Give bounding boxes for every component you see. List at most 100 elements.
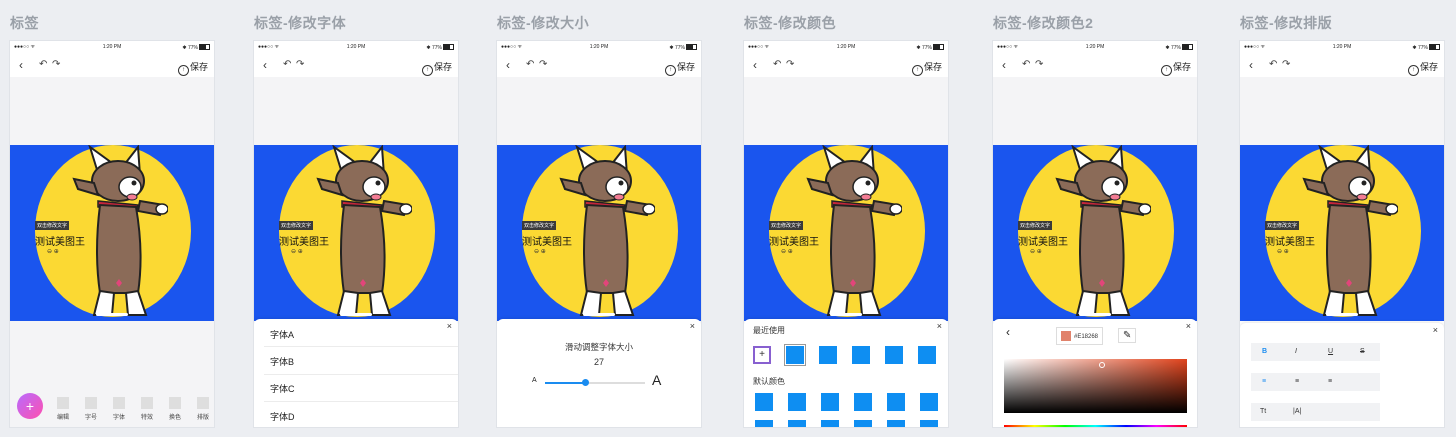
font-option[interactable]: 字体A [270,328,294,341]
add-color-button[interactable]: + [753,346,771,364]
strikethrough-button[interactable]: S [1360,348,1365,355]
sticker-text[interactable]: 测试美图王 [279,233,329,248]
battery-indicator: ✱ 77% [916,44,944,51]
sticker-controls[interactable]: ⊖ ⊕ [1277,248,1289,255]
sticker-controls[interactable]: ⊖ ⊕ [1030,248,1042,255]
sticker-text[interactable]: 测试美图王 [1018,233,1068,248]
sticker-controls[interactable]: ⊖ ⊕ [781,248,793,255]
color-swatch[interactable] [920,393,938,411]
undo-icon[interactable]: ↶ [773,59,781,70]
back-icon[interactable]: ‹ [1002,58,1006,72]
close-icon[interactable]: × [447,321,452,331]
sticker-controls[interactable]: ⊖ ⊕ [534,248,546,255]
color-swatch[interactable] [854,420,872,427]
divider [264,401,458,402]
font-option[interactable]: 字体C [270,382,295,395]
image-canvas[interactable]: 双击修改文字 测试美图王 ⊖ ⊕ [744,145,948,321]
tool-font[interactable]: 字体 [111,397,127,421]
back-icon[interactable]: ‹ [1249,58,1253,72]
align-center-button[interactable]: ≡ [1295,378,1299,385]
add-button[interactable]: + [17,393,43,419]
color-swatch[interactable] [821,420,839,427]
image-canvas[interactable]: 双击修改文字 测试美图王 ⊖ ⊕ [497,145,701,321]
hex-value-field[interactable]: #E18268 [1056,327,1104,345]
bold-button[interactable]: B [1262,348,1267,355]
color-swatch[interactable] [788,393,806,411]
image-canvas[interactable]: 双击修改文字 测试美图王 ⊖ ⊕ [10,145,214,321]
sticker-controls[interactable]: ⊖ ⊕ [291,248,303,255]
undo-icon[interactable]: ↶ [1269,59,1277,70]
sticker-hint-tag: 双击修改文字 [769,221,804,230]
battery-icon [443,44,454,50]
picker-handle[interactable] [1099,362,1105,368]
image-canvas[interactable]: 双击修改文字 测试美图王 ⊖ ⊕ [993,145,1197,321]
color-swatch[interactable] [819,346,837,364]
sticker-controls[interactable]: ⊖ ⊕ [47,248,59,255]
redo-icon[interactable]: ↷ [786,59,794,70]
color-swatch[interactable] [854,393,872,411]
save-button[interactable]: ↑ 保存 [177,60,208,76]
font-option[interactable]: 字体B [270,355,294,368]
size-slider-thumb[interactable] [582,379,589,386]
save-button[interactable]: ↑ 保存 [911,60,942,76]
color-swatch[interactable] [852,346,870,364]
color-swatch[interactable] [887,393,905,411]
image-canvas[interactable]: 双击修改文字 测试美图王 ⊖ ⊕ [1240,145,1444,321]
color-swatch[interactable] [821,393,839,411]
sticker-text[interactable]: 测试美图王 [35,233,85,248]
color-sheet: × 最近使用 + 默认颜色 [744,319,948,427]
color-swatch[interactable] [887,420,905,427]
tool-effect[interactable]: 特效 [139,397,155,421]
close-icon[interactable]: × [690,321,695,331]
save-button[interactable]: ↑ 保存 [421,60,452,76]
direction-group: Tt |A| [1251,403,1380,421]
close-icon[interactable]: × [937,321,942,331]
redo-icon[interactable]: ↷ [539,59,547,70]
italic-button[interactable]: I [1295,348,1297,355]
close-icon[interactable]: × [1433,325,1438,335]
color-swatch[interactable] [788,420,806,427]
redo-icon[interactable]: ↷ [1282,59,1290,70]
horizontal-text-button[interactable]: Tt [1260,408,1266,415]
back-icon[interactable]: ‹ [19,58,23,72]
back-icon[interactable]: ‹ [506,58,510,72]
redo-icon[interactable]: ↷ [296,59,304,70]
back-icon[interactable]: ‹ [263,58,267,72]
tool-layout[interactable]: 排版 [195,397,211,421]
save-button[interactable]: ↑ 保存 [664,60,695,76]
undo-icon[interactable]: ↶ [1022,59,1030,70]
tool-font-size[interactable]: 字号 [83,397,99,421]
undo-icon[interactable]: ↶ [39,59,47,70]
underline-button[interactable]: U [1328,348,1333,355]
color-swatch[interactable] [918,346,936,364]
undo-icon[interactable]: ↶ [283,59,291,70]
sticker-text[interactable]: 测试美图王 [769,233,819,248]
sticker-text[interactable]: 测试美图王 [522,233,572,248]
redo-icon[interactable]: ↷ [52,59,60,70]
save-button[interactable]: ↑ 保存 [1407,60,1438,76]
color-swatch[interactable] [786,346,804,364]
image-canvas[interactable]: 双击修改文字 测试美图王 ⊖ ⊕ [254,145,458,321]
size-max-label: A [652,372,662,388]
saturation-brightness-picker[interactable] [1004,359,1187,413]
eyedropper-icon[interactable]: ✎ [1118,328,1137,343]
tool-color[interactable]: 换色 [167,397,183,421]
tool-edit[interactable]: 编辑 [55,397,71,421]
align-left-button[interactable]: ≡ [1262,378,1266,385]
battery-indicator: ✱ 77% [1412,44,1440,51]
font-option[interactable]: 字体D [270,410,295,423]
align-right-button[interactable]: ≡ [1328,378,1332,385]
color-swatch[interactable] [920,420,938,427]
save-button[interactable]: ↑ 保存 [1160,60,1191,76]
color-swatch[interactable] [755,420,773,427]
undo-icon[interactable]: ↶ [526,59,534,70]
close-icon[interactable]: × [1186,321,1191,331]
vertical-text-button[interactable]: |A| [1293,408,1301,415]
color-swatch[interactable] [885,346,903,364]
sticker-text[interactable]: 测试美图王 [1265,233,1315,248]
back-icon[interactable]: ‹ [753,58,757,72]
hue-slider[interactable] [1004,425,1187,427]
back-icon[interactable]: ‹ [1006,325,1010,339]
color-swatch[interactable] [755,393,773,411]
redo-icon[interactable]: ↷ [1035,59,1043,70]
